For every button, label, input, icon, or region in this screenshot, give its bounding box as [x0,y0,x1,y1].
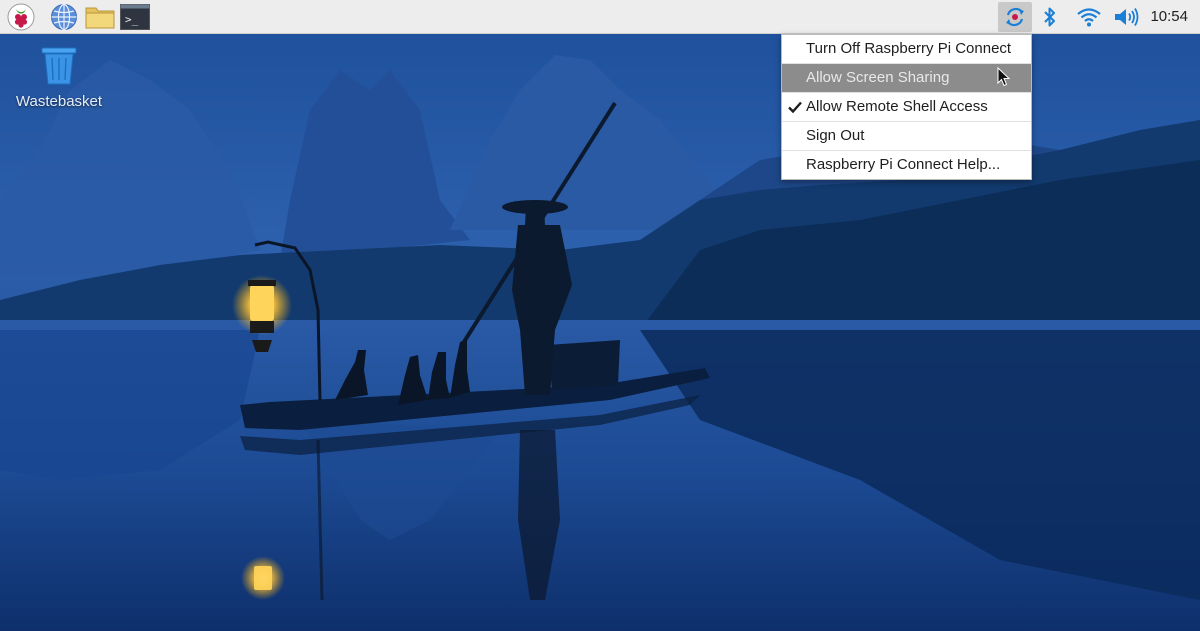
wastebasket-desktop-icon[interactable]: Wastebasket [10,44,108,110]
menu-item-allow-screen-sharing[interactable]: Allow Screen Sharing [782,64,1031,93]
clock[interactable]: 10:54 [1150,0,1188,34]
menu-item-turn-off-connect[interactable]: Turn Off Raspberry Pi Connect [782,35,1031,64]
mouse-cursor-icon [997,67,1011,87]
menu-item-label: Turn Off Raspberry Pi Connect [806,40,1012,57]
volume-button[interactable] [1111,2,1141,32]
menu-item-label: Allow Screen Sharing [806,69,950,86]
raspberry-menu-icon [7,3,35,31]
menu-item-label: Allow Remote Shell Access [806,98,988,115]
bluetooth-icon [1044,7,1055,27]
raspberry-pi-connect-button[interactable] [998,2,1032,32]
checkmark-icon [787,93,803,121]
raspberry-pi-connect-menu: Turn Off Raspberry Pi Connect Allow Scre… [781,34,1032,180]
menu-item-sign-out[interactable]: Sign Out [782,122,1031,151]
wastebasket-icon [41,47,77,85]
web-browser-button[interactable] [49,2,79,32]
raspberry-pi-connect-icon [1006,7,1024,27]
wifi-button[interactable] [1074,2,1104,32]
menu-item-connect-help[interactable]: Raspberry Pi Connect Help... [782,151,1031,179]
bluetooth-button[interactable] [1037,2,1063,32]
terminal-button[interactable]: >_ [120,2,150,32]
web-browser-icon [51,3,77,31]
volume-icon [1115,8,1139,26]
raspberry-menu-button[interactable] [6,2,36,32]
terminal-icon: >_ [120,4,150,30]
menu-item-label: Sign Out [806,127,865,144]
wastebasket-label: Wastebasket [15,93,103,110]
taskbar: >_ 10:54 [0,0,1200,34]
wifi-icon [1077,8,1101,27]
file-manager-icon [85,7,115,29]
menu-item-allow-remote-shell-access[interactable]: Allow Remote Shell Access [782,93,1031,122]
menu-item-label: Raspberry Pi Connect Help... [806,156,1001,173]
file-manager-button[interactable] [85,2,115,32]
terminal-prompt-glyph: >_ [125,13,139,26]
